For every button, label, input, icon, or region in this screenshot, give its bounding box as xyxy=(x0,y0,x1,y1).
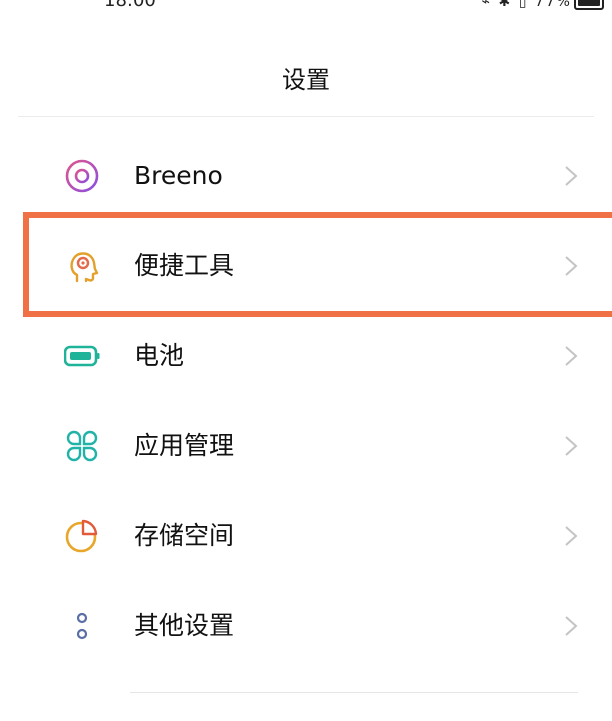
settings-item-label: 应用管理 xyxy=(134,431,235,460)
list-divider xyxy=(130,692,578,693)
chevron-right-icon xyxy=(565,616,578,636)
settings-item-label: 存储空间 xyxy=(134,521,235,550)
status-bar: 18:00 ⌁ ✱ ▯ 77% xyxy=(0,0,612,14)
status-time: 18:00 xyxy=(104,0,156,11)
settings-item-storage[interactable]: 存储空间 xyxy=(0,491,612,581)
settings-item-app-management[interactable]: 应用管理 xyxy=(0,401,612,491)
status-battery-icon xyxy=(574,0,604,10)
breeno-icon xyxy=(65,159,99,193)
page-title: 设置 xyxy=(282,66,330,94)
header-divider xyxy=(18,116,594,117)
chevron-right-icon xyxy=(565,436,578,456)
settings-item-other-settings[interactable]: 其他设置 xyxy=(0,581,612,671)
chevron-right-icon xyxy=(565,346,578,366)
other-settings-icon xyxy=(76,612,88,640)
chevron-right-icon xyxy=(565,166,578,186)
status-icons: ⌁ ✱ ▯ 77% xyxy=(481,0,572,10)
chevron-right-icon xyxy=(565,526,578,546)
settings-item-label: Breeno xyxy=(134,161,223,190)
highlight-box xyxy=(23,212,612,317)
settings-item-label: 其他设置 xyxy=(134,611,235,640)
settings-item-label: 电池 xyxy=(134,341,185,370)
battery-icon xyxy=(64,345,100,367)
storage-icon xyxy=(65,519,98,553)
settings-item-battery[interactable]: 电池 xyxy=(0,311,612,401)
app-management-icon xyxy=(66,430,98,462)
settings-item-breeno[interactable]: Breeno xyxy=(0,131,612,221)
